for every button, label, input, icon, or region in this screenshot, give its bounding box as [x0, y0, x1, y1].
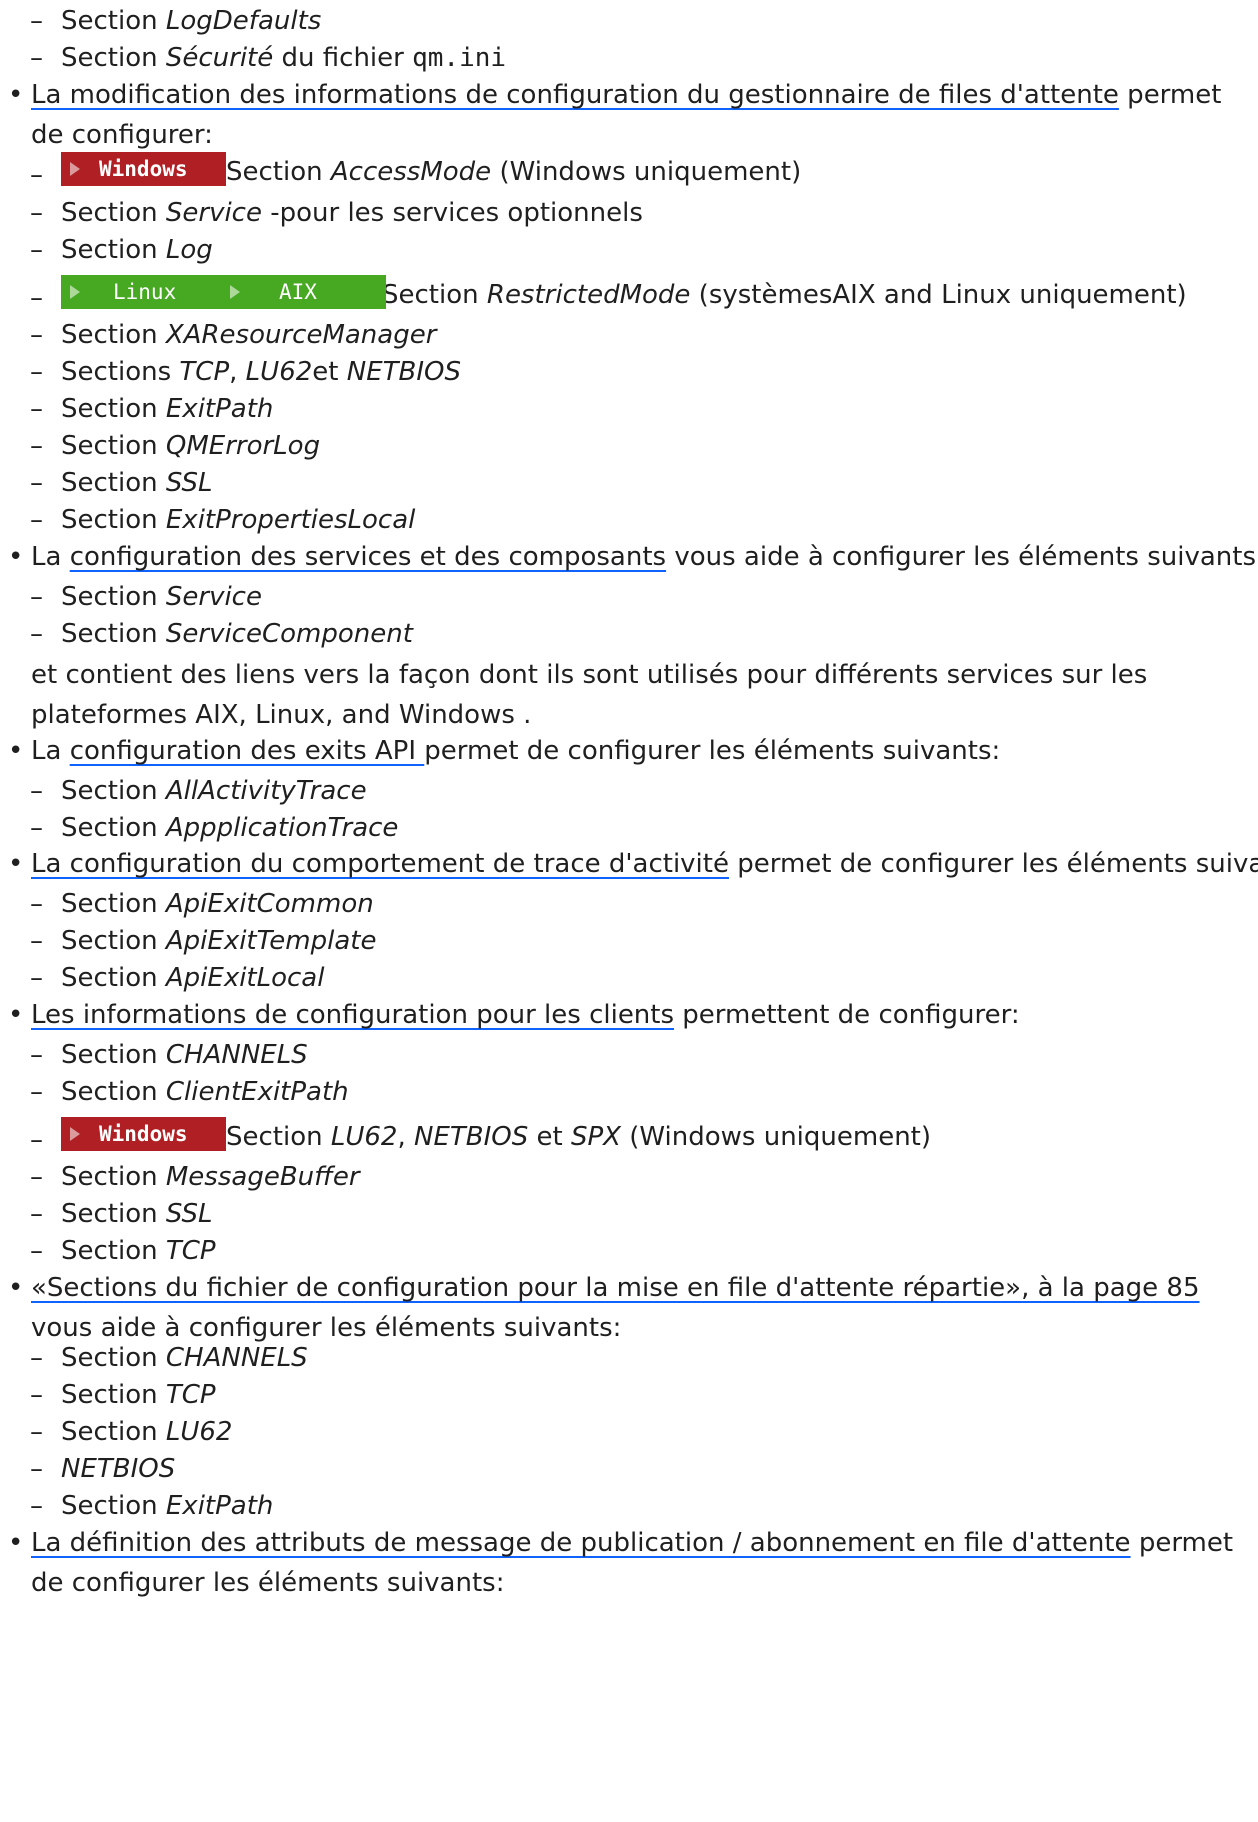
- list-dash: –: [30, 1491, 43, 1521]
- list-dash: –: [30, 43, 43, 73]
- list-item-service: Section Service: [61, 582, 262, 612]
- list-dash: –: [30, 6, 43, 36]
- list-dash: –: [30, 1162, 43, 1192]
- list-dash: –: [30, 582, 43, 612]
- list-item-exitpropertieslocal: Section ExitPropertiesLocal: [61, 505, 416, 535]
- clients-paragraph: Les informations de configuration pour l…: [31, 1000, 1020, 1030]
- list-item-ssl: Section SSL: [61, 468, 213, 498]
- list-item-service: Section Service -pour les services optio…: [61, 198, 643, 228]
- services-paragraph: La configuration des services et des com…: [31, 542, 1258, 572]
- list-dash: –: [30, 619, 43, 649]
- list-dash: –: [30, 160, 43, 190]
- list-dash: –: [30, 320, 43, 350]
- list-dash: –: [30, 1040, 43, 1070]
- list-dash: –: [30, 1125, 43, 1155]
- list-item-ssl: Section SSL: [61, 1199, 213, 1229]
- list-item-channels: Section CHANNELS: [61, 1343, 308, 1373]
- list-dash: –: [30, 1236, 43, 1266]
- list-item-exitpath: Section ExitPath: [61, 394, 274, 424]
- list-dash: –: [30, 1343, 43, 1373]
- list-item-netbios: NETBIOS: [61, 1454, 176, 1484]
- list-dash: –: [30, 1417, 43, 1447]
- list-item-qmerrorlog: Section QMErrorLog: [61, 431, 321, 461]
- list-item-securite: Section Sécurité du fichier qm.ini: [61, 43, 507, 73]
- list-item-exitpath: Section ExitPath: [61, 1491, 274, 1521]
- list-dash: –: [30, 1380, 43, 1410]
- windows-platform-badge: Windows: [61, 152, 226, 186]
- qm-config-paragraph: La modification des informations de conf…: [31, 80, 1222, 150]
- clients-config-link[interactable]: Les informations de configuration pour l…: [31, 1000, 674, 1030]
- list-dash: –: [30, 431, 43, 461]
- triangle-right-icon: [230, 285, 240, 299]
- list-item-tcp: Section TCP: [61, 1236, 216, 1266]
- list-dash: –: [30, 889, 43, 919]
- bullet: •: [8, 1528, 24, 1558]
- list-item-apiexitcommon: Section ApiExitCommon: [61, 889, 374, 919]
- api-exits-paragraph: La configuration des exits API permet de…: [31, 736, 1001, 766]
- list-dash: –: [30, 283, 43, 313]
- list-dash: –: [30, 926, 43, 956]
- list-item-restrictedmode: Linux AIX Section RestrictedMode (systèmes…: [61, 275, 1187, 309]
- bullet: •: [8, 736, 24, 766]
- list-dash: –: [30, 468, 43, 498]
- bullet: •: [8, 80, 24, 110]
- pubsub-paragraph: La définition des attributs de message d…: [31, 1528, 1234, 1598]
- list-dash: –: [30, 776, 43, 806]
- list-dash: –: [30, 394, 43, 424]
- list-item-tcp: Section TCP: [61, 1380, 216, 1410]
- linux-platform-badge: Linux: [61, 275, 221, 309]
- list-item-allactivitytrace: Section AllActivityTrace: [61, 776, 367, 806]
- list-dash: –: [30, 1077, 43, 1107]
- qm-config-link[interactable]: La modification des informations de conf…: [31, 80, 1119, 110]
- list-item-clientexitpath: Section ClientExitPath: [61, 1077, 349, 1107]
- list-dash: –: [30, 235, 43, 265]
- bullet: •: [8, 1273, 24, 1303]
- list-item-accessmode: Windows Section AccessMode (Windows uniqu…: [61, 152, 801, 186]
- list-dash: –: [30, 1454, 43, 1484]
- list-dash: –: [30, 813, 43, 843]
- bullet: •: [8, 849, 24, 879]
- windows-platform-badge: Windows: [61, 1117, 226, 1151]
- activity-trace-config-link[interactable]: La configuration du comportement de trac…: [31, 849, 729, 879]
- api-exits-config-link[interactable]: configuration des exits API: [70, 736, 425, 766]
- list-item-lu62-netbios-spx: Windows Section LU62, NETBIOS et SPX (Win…: [61, 1117, 931, 1151]
- list-dash: –: [30, 505, 43, 535]
- list-item-lu62: Section LU62: [61, 1417, 233, 1447]
- aix-platform-badge: AIX: [221, 275, 386, 309]
- list-item-log: Section Log: [61, 235, 213, 265]
- services-config-link[interactable]: configuration des services et des compos…: [70, 542, 666, 572]
- list-item-xaresourcemanager: Section XAResourceManager: [61, 320, 437, 350]
- list-item-apiexitlocal: Section ApiExitLocal: [61, 963, 325, 993]
- triangle-right-icon: [70, 285, 80, 299]
- list-item-servicecomponent: Section ServiceComponent: [61, 619, 413, 649]
- distributed-queuing-paragraph: «Sections du fichier de configuration po…: [31, 1273, 1200, 1343]
- list-item-appplicationtrace: Section AppplicationTrace: [61, 813, 399, 843]
- activity-trace-paragraph: La configuration du comportement de trac…: [31, 849, 1258, 879]
- list-item-apiexittemplate: Section ApiExitTemplate: [61, 926, 377, 956]
- triangle-right-icon: [70, 162, 80, 176]
- list-dash: –: [30, 198, 43, 228]
- bullet: •: [8, 1000, 24, 1030]
- services-note-paragraph: et contient des liens vers la façon dont…: [31, 660, 1148, 730]
- triangle-right-icon: [70, 1127, 80, 1141]
- list-dash: –: [30, 357, 43, 387]
- pubsub-attributes-link[interactable]: La définition des attributs de message d…: [31, 1528, 1131, 1558]
- list-item-logdefaults: Section LogDefaults: [61, 6, 322, 36]
- list-dash: –: [30, 963, 43, 993]
- distributed-queuing-link[interactable]: «Sections du fichier de configuration po…: [31, 1273, 1200, 1303]
- list-item-channels: Section CHANNELS: [61, 1040, 308, 1070]
- list-item-messagebuffer: Section MessageBuffer: [61, 1162, 360, 1192]
- bullet: •: [8, 542, 24, 572]
- list-item-tcp-lu62-netbios: Sections TCP, LU62et NETBIOS: [61, 357, 461, 387]
- list-dash: –: [30, 1199, 43, 1229]
